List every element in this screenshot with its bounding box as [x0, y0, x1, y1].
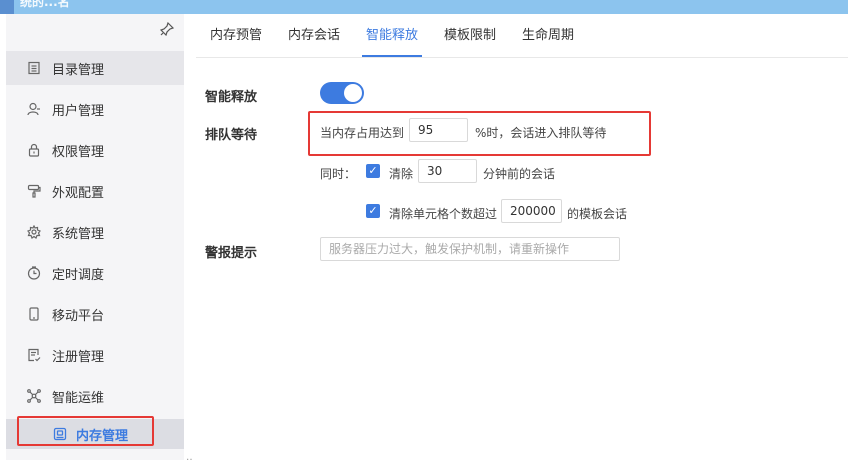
sidebar-item-label: 移动平台 — [52, 308, 105, 324]
clock-icon — [26, 265, 42, 281]
tab-bar: 内存预管 内存会话 智能释放 模板限制 生命周期 — [196, 14, 848, 58]
pin-icon[interactable] — [159, 21, 175, 37]
clear-minutes-checkbox[interactable]: ✓ — [366, 164, 380, 178]
clear-label: 清除 — [389, 167, 414, 181]
resize-grip[interactable]: ‥ — [186, 452, 193, 463]
clear-cells-suffix: 的模板会话 — [567, 207, 628, 221]
app-logo — [0, 0, 14, 14]
lock-icon — [26, 142, 42, 158]
queue-label: 排队等待 — [205, 128, 258, 143]
register-icon — [26, 347, 42, 363]
title-bar: 统的...名 — [0, 0, 848, 14]
toggle-knob — [344, 84, 362, 102]
paint-roller-icon — [26, 183, 42, 199]
simultaneous-label: 同时： — [320, 167, 357, 181]
alert-label: 警报提示 — [205, 246, 258, 261]
user-icon — [26, 101, 42, 117]
sidebar-item-label: 用户管理 — [52, 103, 105, 119]
sidebar-item-appearance[interactable]: 外观配置 — [6, 174, 184, 208]
tab-template-limits[interactable]: 模板限制 — [444, 14, 496, 57]
clear-minutes-suffix: 分钟前的会话 — [483, 167, 556, 181]
sidebar-item-label: 目录管理 — [52, 62, 105, 78]
tab-smart-release[interactable]: 智能释放 — [362, 14, 423, 57]
sidebar-item-users[interactable]: 用户管理 — [6, 92, 184, 126]
sidebar-item-label: 注册管理 — [52, 349, 105, 365]
sidebar-item-system[interactable]: 系统管理 — [6, 215, 184, 249]
highlight-box-sidebar — [17, 416, 154, 446]
clear-cells-checkbox[interactable]: ✓ — [366, 204, 380, 218]
app-title: 统的...名 — [20, 0, 70, 9]
sidebar-item-label: 外观配置 — [52, 185, 105, 201]
sidebar-item-scheduling[interactable]: 定时调度 — [6, 256, 184, 290]
gear-icon — [26, 224, 42, 240]
tab-lifecycle[interactable]: 生命周期 — [522, 14, 574, 57]
clear-minutes-input[interactable]: 30 — [418, 159, 477, 183]
sidebar-item-catalog[interactable]: 目录管理 — [6, 51, 184, 85]
catalog-icon — [26, 60, 42, 76]
sidebar-item-mobile[interactable]: 移动平台 — [6, 297, 184, 331]
sidebar-item-label: 定时调度 — [52, 267, 105, 283]
smart-release-label: 智能释放 — [205, 90, 258, 105]
smart-release-toggle[interactable] — [320, 82, 364, 104]
sidebar: 目录管理 用户管理 权限管理 外观配置 系统管理 定时调度 移动平台 注册管理 … — [6, 14, 184, 460]
clear-cells-label: 清除单元格个数超过 — [389, 207, 498, 221]
tab-memory-sessions[interactable]: 内存会话 — [288, 14, 340, 57]
sidebar-item-permissions[interactable]: 权限管理 — [6, 133, 184, 167]
alert-message-input[interactable]: 服务器压力过大，触发保护机制，请重新操作 — [320, 237, 620, 261]
network-icon — [26, 388, 42, 404]
tab-memory-warning[interactable]: 内存预管 — [210, 14, 262, 57]
clear-cells-input[interactable]: 200000 — [501, 199, 562, 223]
sidebar-item-registration[interactable]: 注册管理 — [6, 338, 184, 372]
sidebar-item-ops[interactable]: 智能运维 — [6, 379, 184, 413]
sidebar-item-label: 权限管理 — [52, 144, 105, 160]
sidebar-item-label: 系统管理 — [52, 226, 105, 242]
mobile-icon — [26, 306, 42, 322]
sidebar-item-label: 智能运维 — [52, 390, 105, 406]
highlight-box-queue — [308, 111, 651, 156]
